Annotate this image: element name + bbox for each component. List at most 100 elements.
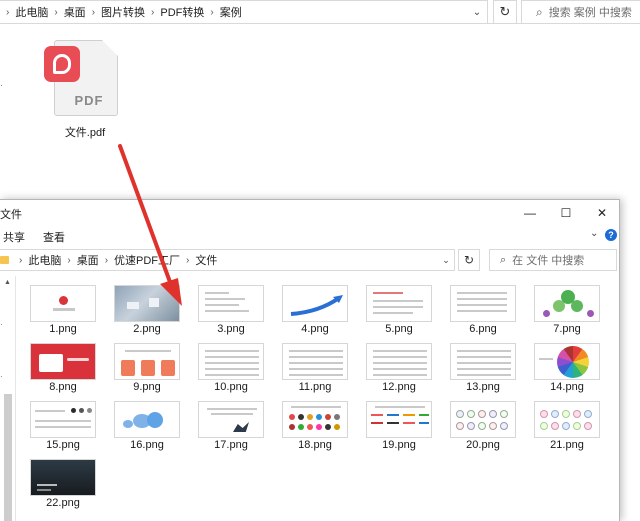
file-item[interactable]: 3.png xyxy=(194,282,268,338)
file-item[interactable]: 14.png xyxy=(530,340,604,396)
navigation-pane: ▲ · · xyxy=(0,276,16,521)
thumbnail-shape xyxy=(540,410,548,418)
refresh-icon[interactable]: ↻ xyxy=(493,0,517,24)
address-bar[interactable]: › 此电脑 › 桌面 › 优速PDF工厂 › 文件 xyxy=(0,249,455,271)
file-thumbnail xyxy=(114,401,180,438)
window-title: 文件 xyxy=(0,209,22,221)
thumbnail-shape xyxy=(587,310,594,317)
thumbnail-shape xyxy=(205,374,259,376)
thumbnail-shape xyxy=(149,298,159,307)
thumbnail-shape xyxy=(573,422,581,430)
thumbnail-shape xyxy=(121,360,135,376)
thumbnail-shape xyxy=(457,374,511,376)
thumbnail-shape xyxy=(205,298,245,300)
thumbnail-shape xyxy=(457,292,507,294)
file-item[interactable]: 5.png xyxy=(362,282,436,338)
file-item[interactable]: 11.png xyxy=(278,340,352,396)
folder-icon xyxy=(0,256,9,264)
nav-mark: · xyxy=(0,80,3,90)
breadcrumb-separator-icon: › xyxy=(67,254,71,266)
file-item[interactable]: 9.png xyxy=(110,340,184,396)
scroll-up-icon[interactable]: ▲ xyxy=(4,279,11,286)
thumbnail-shape xyxy=(205,350,259,352)
scrollbar-thumb[interactable] xyxy=(4,394,12,521)
file-thumbnail xyxy=(282,401,348,438)
search-placeholder: 在 文件 中搜索 xyxy=(512,255,585,267)
file-item[interactable]: 16.png xyxy=(110,398,184,454)
file-item[interactable]: 10.png xyxy=(194,340,268,396)
tab-view[interactable]: 查看 xyxy=(43,229,65,245)
thumbnail-shape xyxy=(37,484,57,486)
file-thumbnail xyxy=(198,285,264,322)
file-item[interactable]: 6.png xyxy=(446,282,520,338)
ribbon-tabs: 共享 查看 ⌄ ? xyxy=(0,226,619,246)
breadcrumb-separator-icon: › xyxy=(6,6,10,18)
help-icon[interactable]: ? xyxy=(605,229,617,241)
file-item[interactable]: 21.png xyxy=(530,398,604,454)
thumbnail-shape xyxy=(307,424,313,430)
file-item[interactable]: 8.png xyxy=(26,340,100,396)
file-item[interactable]: 1.png xyxy=(26,282,100,338)
thumbnail-shape xyxy=(334,424,340,430)
file-item[interactable]: 20.png xyxy=(446,398,520,454)
file-thumbnail xyxy=(30,459,96,496)
file-name: 8.png xyxy=(49,381,77,393)
file-item[interactable]: 17.png xyxy=(194,398,268,454)
bg-breadcrumb[interactable]: › 此电脑 › 桌面 › 图片转换 › PDF转换 › 案例 xyxy=(0,0,488,24)
breadcrumb-separator-icon: › xyxy=(91,6,96,18)
bg-breadcrumb-item[interactable]: PDF转换 xyxy=(160,4,204,20)
chevron-down-icon[interactable]: ⌄ xyxy=(590,228,598,239)
refresh-icon[interactable]: ↻ xyxy=(458,249,480,271)
thumbnail-shape xyxy=(467,422,475,430)
bg-breadcrumb-item[interactable]: 案例 xyxy=(220,4,242,20)
breadcrumb-separator-icon: › xyxy=(54,6,58,18)
bg-breadcrumb-item[interactable]: 图片转换 xyxy=(101,4,145,20)
file-item[interactable]: 13.png xyxy=(446,340,520,396)
file-name: 4.png xyxy=(301,323,329,335)
thumbnail-shape xyxy=(457,350,511,352)
thumbnail-shape xyxy=(37,489,51,491)
file-thumbnail xyxy=(198,401,264,438)
file-item[interactable]: 4.png xyxy=(278,282,352,338)
file-name: 3.png xyxy=(217,323,245,335)
chevron-down-icon[interactable]: ⌄ xyxy=(436,249,456,271)
file-item[interactable]: 18.png xyxy=(278,398,352,454)
thumbnail-shape xyxy=(489,422,497,430)
breadcrumb-item[interactable]: 桌面 xyxy=(77,252,99,268)
title-bar[interactable]: 文件 — ☐ ✕ xyxy=(0,200,619,226)
file-item[interactable]: 22.png xyxy=(26,456,100,512)
search-input[interactable]: ⌕ 在 文件 中搜索 xyxy=(489,249,617,271)
thumbnail-shape xyxy=(403,422,415,424)
thumbnail-shape xyxy=(125,350,171,352)
file-item[interactable]: 7.png xyxy=(530,282,604,338)
thumbnail-shape xyxy=(500,422,508,430)
breadcrumb-item[interactable]: 优速PDF工厂 xyxy=(114,252,180,268)
bg-search-input[interactable]: ⌕ 搜索 案例 中搜索 xyxy=(521,0,640,24)
thumbnail-shape xyxy=(551,410,559,418)
close-icon[interactable]: ✕ xyxy=(584,200,619,226)
file-item[interactable]: 19.png xyxy=(362,398,436,454)
minimize-icon[interactable]: — xyxy=(512,200,548,226)
thumbnail-shape xyxy=(539,358,553,360)
bg-breadcrumb-item[interactable]: 桌面 xyxy=(64,4,86,20)
breadcrumb-item[interactable]: 此电脑 xyxy=(28,252,61,268)
pdf-file-item[interactable]: PDF 文件.pdf xyxy=(44,38,122,139)
file-thumbnail xyxy=(534,343,600,380)
maximize-icon[interactable]: ☐ xyxy=(548,200,584,226)
thumbnail-shape xyxy=(115,286,179,321)
bg-breadcrumb-item[interactable]: 此电脑 xyxy=(15,4,48,20)
thumbnail-shape xyxy=(500,410,508,418)
file-item[interactable]: 15.png xyxy=(26,398,100,454)
file-item[interactable]: 2.png xyxy=(110,282,184,338)
tab-share[interactable]: 共享 xyxy=(3,229,25,245)
thumbnail-shape xyxy=(53,308,75,311)
chevron-down-icon[interactable]: ⌄ xyxy=(466,0,488,24)
thumbnail-shape xyxy=(373,374,427,376)
breadcrumb-item[interactable]: 文件 xyxy=(195,252,217,268)
thumbnail-shape xyxy=(478,410,486,418)
thumbnail-shape xyxy=(457,298,507,300)
file-item[interactable]: 12.png xyxy=(362,340,436,396)
thumbnail-shape xyxy=(373,356,427,358)
thumbnail-shape xyxy=(467,410,475,418)
pdf-app-logo-icon xyxy=(44,46,80,82)
